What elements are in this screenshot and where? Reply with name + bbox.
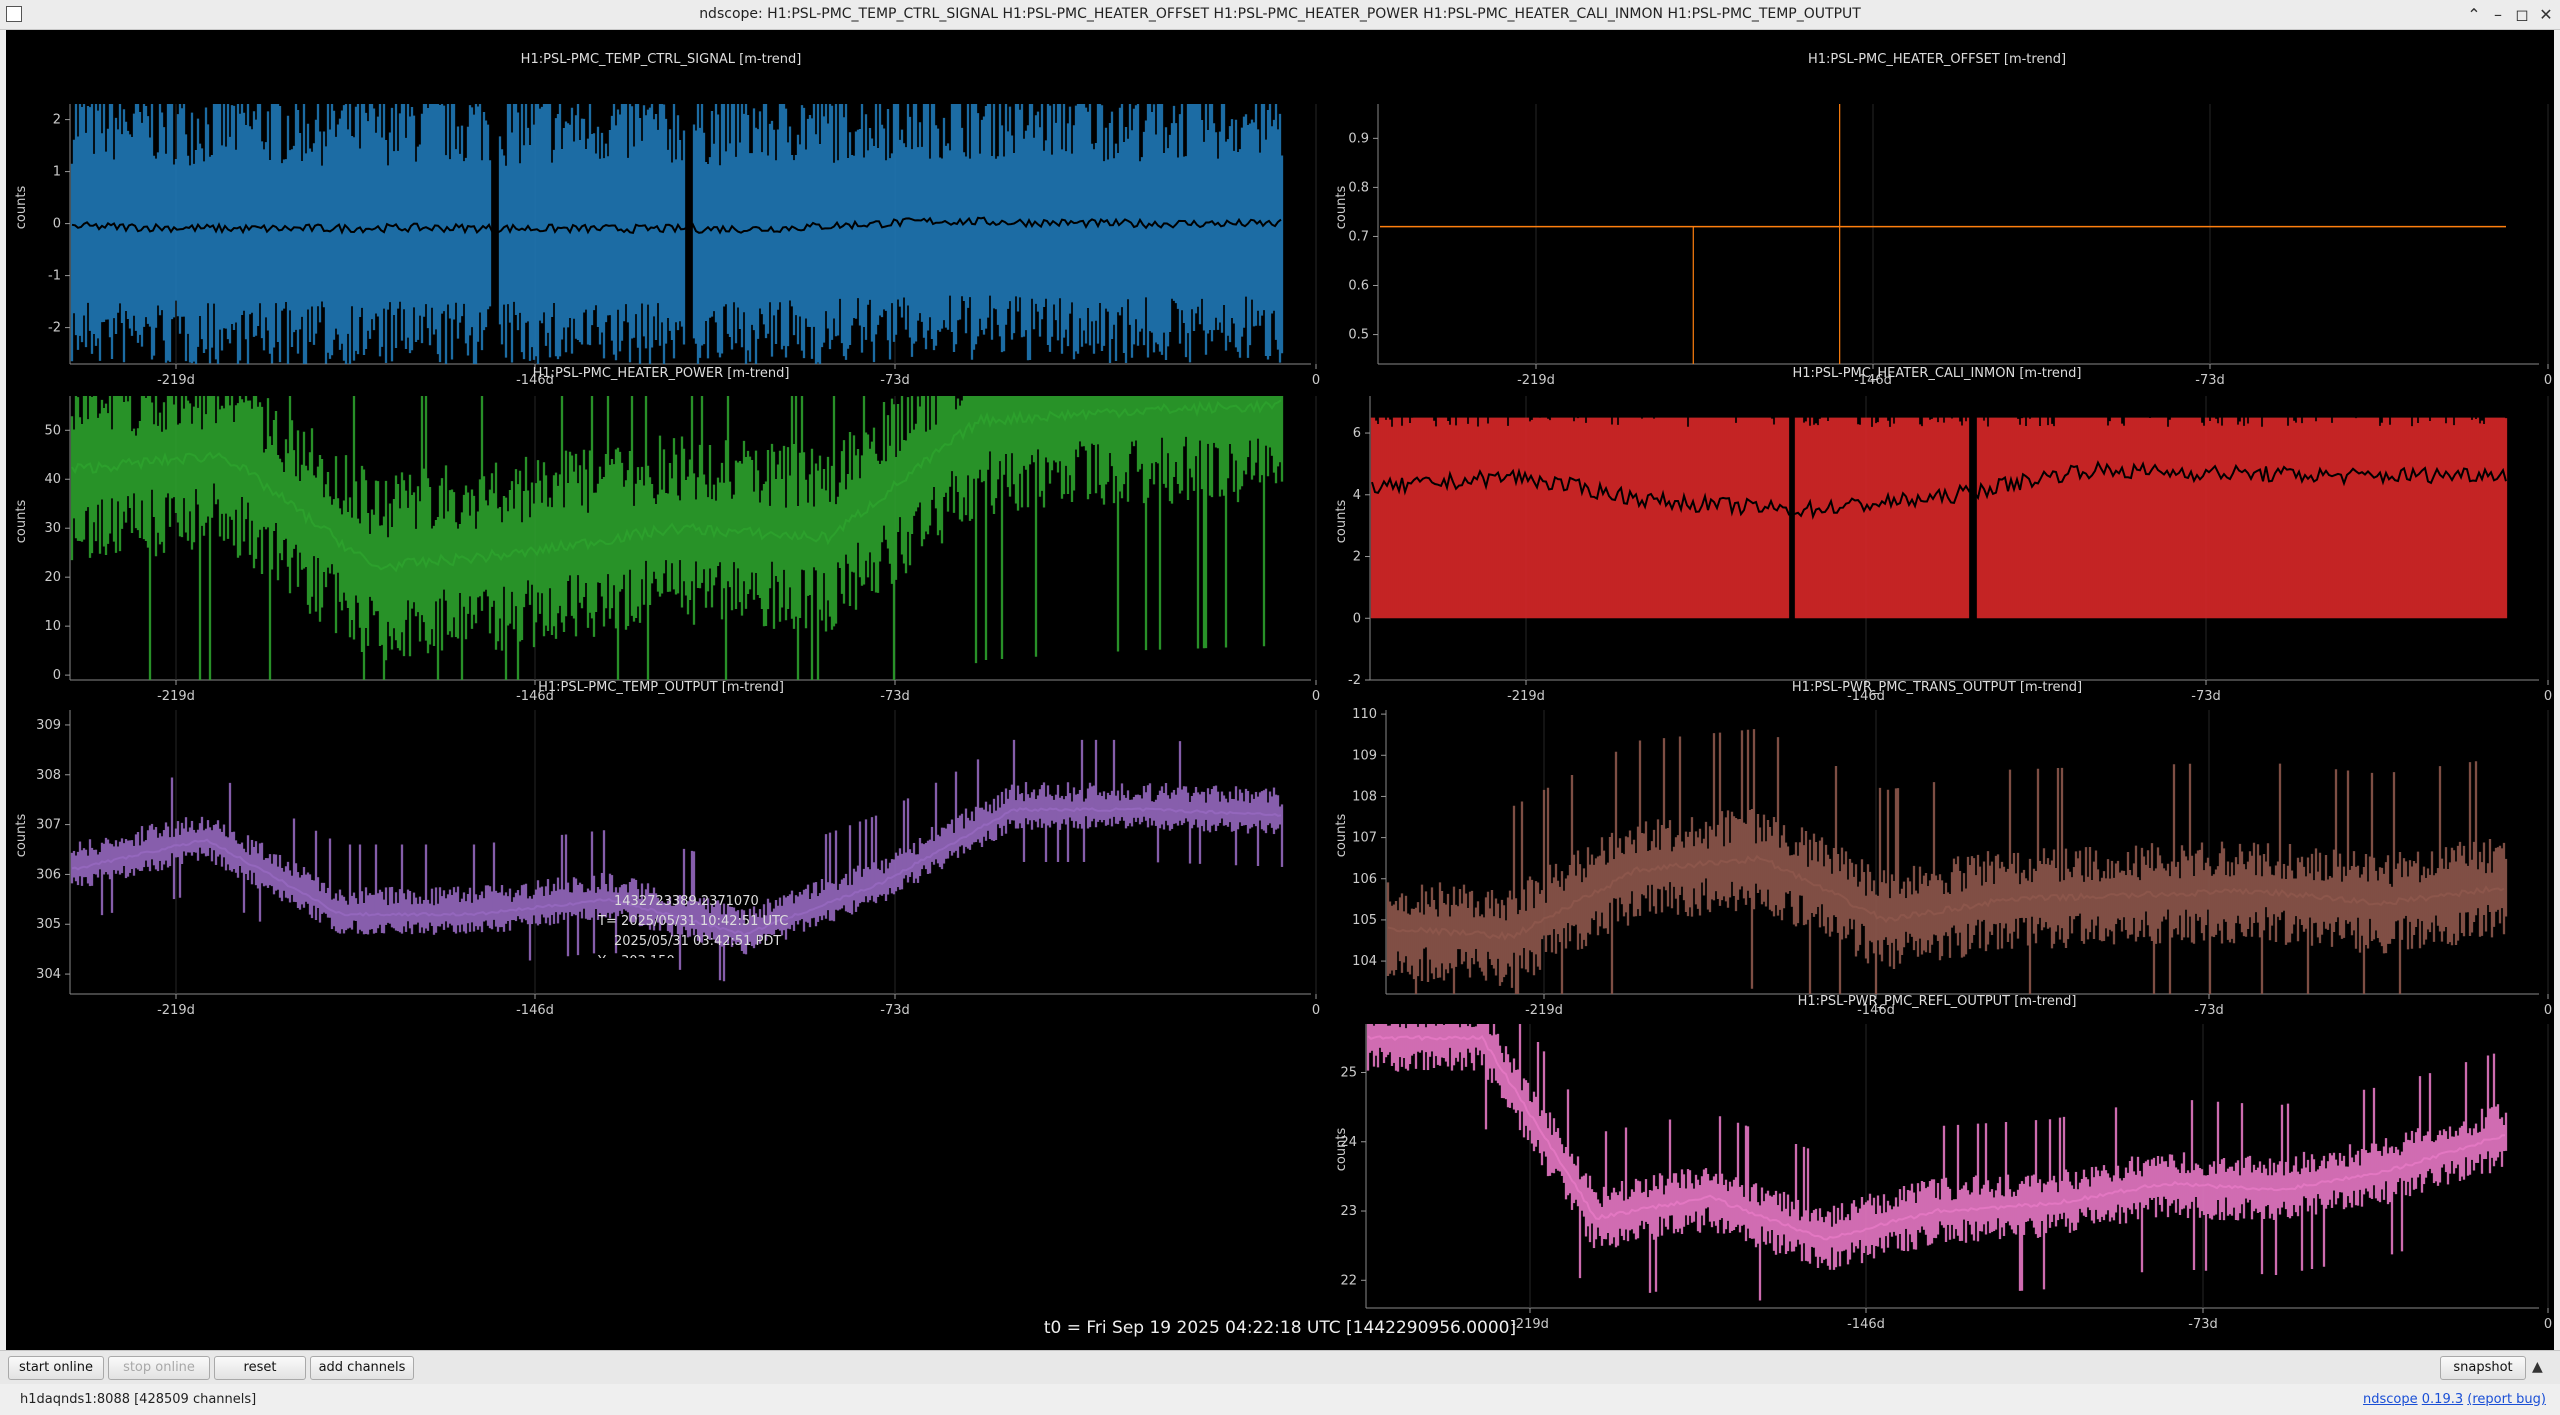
series-envelope bbox=[1370, 417, 2508, 619]
ndscope-link[interactable]: ndscope bbox=[2363, 1392, 2418, 1407]
series-envelope bbox=[70, 104, 1284, 364]
series-envelope bbox=[1386, 729, 2508, 994]
y-tick-label: 309 bbox=[36, 718, 61, 733]
title-bar: ndscope: H1:PSL-PMC_TEMP_CTRL_SIGNAL H1:… bbox=[0, 0, 2560, 30]
y-tick-label: 108 bbox=[1352, 789, 1377, 804]
y-tick-label: 0 bbox=[1353, 611, 1361, 626]
plot-heater-power[interactable]: H1:PSL-PMC_HEATER_POWER [m-trend] counts… bbox=[6, 366, 1320, 704]
y-tick-label: 307 bbox=[36, 818, 61, 833]
y-tick-label: 0.5 bbox=[1348, 328, 1369, 343]
t0-label: t0 = Fri Sep 19 2025 04:22:18 UTC [14422… bbox=[1043, 1318, 1517, 1338]
add-channels-button[interactable]: add channels bbox=[310, 1356, 414, 1380]
y-tick-label: -1 bbox=[48, 269, 61, 284]
y-tick-label: 6 bbox=[1353, 426, 1361, 441]
y-tick-label: 308 bbox=[36, 768, 61, 783]
y-tick-label: 2 bbox=[1353, 550, 1361, 565]
series-envelope bbox=[1366, 1024, 2508, 1301]
tooltip-utc: T= 2025/05/31 10:42:51 UTC bbox=[598, 914, 789, 929]
y-tick-label: -2 bbox=[48, 321, 61, 336]
close-icon[interactable]: ✕ bbox=[2535, 4, 2557, 26]
version-link[interactable]: 0.19.3 bbox=[2422, 1392, 2463, 1407]
plot-heater-offset[interactable]: H1:PSL-PMC_HEATER_OFFSET [m-trend] count… bbox=[1326, 52, 2552, 388]
y-tick-label: 20 bbox=[44, 570, 61, 585]
start-online-button[interactable]: start online bbox=[8, 1356, 104, 1380]
y-tick-label: 22 bbox=[1340, 1273, 1357, 1288]
maximize-icon[interactable]: ◻ bbox=[2511, 4, 2533, 26]
y-tick-label: 23 bbox=[1340, 1204, 1357, 1219]
y-tick-label: 0 bbox=[53, 217, 61, 232]
y-tick-label: 50 bbox=[44, 423, 61, 438]
y-tick-label: 1 bbox=[53, 165, 61, 180]
reset-button[interactable]: reset bbox=[214, 1356, 306, 1380]
plot-temp-ctrl-signal[interactable]: H1:PSL-PMC_TEMP_CTRL_SIGNAL [m-trend] co… bbox=[6, 52, 1320, 388]
y-tick-label: 4 bbox=[1353, 488, 1361, 503]
y-tick-label: 10 bbox=[44, 619, 61, 634]
plot-pmc-trans-output[interactable]: H1:PSL-PWR_PMC_TRANS_OUTPUT [m-trend] co… bbox=[1326, 680, 2552, 1018]
tooltip-y-value: Y= 303.150 bbox=[598, 952, 788, 958]
plot-pmc-refl-output[interactable]: H1:PSL-PWR_PMC_REFL_OUTPUT [m-trend] cou… bbox=[1326, 994, 2552, 1332]
expand-up-icon[interactable]: ▲ bbox=[2532, 1359, 2543, 1375]
y-tick-label: 306 bbox=[36, 867, 61, 882]
y-tick-label: 107 bbox=[1352, 831, 1377, 846]
x-tick-label: -73d bbox=[880, 1003, 910, 1018]
chevron-up-icon[interactable]: ⌃ bbox=[2463, 4, 2485, 26]
tooltip-pdt: 2025/05/31 03:42:51 PDT bbox=[614, 934, 782, 949]
x-tick-label: -219d bbox=[157, 1003, 195, 1018]
minimize-icon[interactable]: – bbox=[2487, 4, 2509, 26]
stop-online-button[interactable]: stop online bbox=[108, 1356, 210, 1380]
report-bug-link[interactable]: (report bug) bbox=[2467, 1392, 2546, 1407]
y-tick-label: 109 bbox=[1352, 748, 1377, 763]
x-tick-label: 0 bbox=[1312, 1003, 1320, 1018]
y-tick-label: 110 bbox=[1352, 707, 1377, 722]
y-tick-label: 0.6 bbox=[1348, 279, 1369, 294]
y-tick-label: 25 bbox=[1340, 1065, 1357, 1080]
status-bar: h1daqnds1:8088 [428509 channels] ndscope… bbox=[0, 1384, 2560, 1415]
tooltip-gps: 1432723389.2371070 bbox=[614, 894, 759, 909]
plot-heater-cali-inmon[interactable]: H1:PSL-PMC_HEATER_CALI_INMON [m-trend] c… bbox=[1326, 366, 2552, 704]
y-tick-label: 0.7 bbox=[1348, 229, 1369, 244]
y-tick-label: 304 bbox=[36, 967, 61, 982]
y-tick-label: 0.9 bbox=[1348, 131, 1369, 146]
server-status: h1daqnds1:8088 [428509 channels] bbox=[20, 1392, 257, 1407]
window-title: ndscope: H1:PSL-PMC_TEMP_CTRL_SIGNAL H1:… bbox=[699, 6, 1861, 22]
y-tick-label: 0.8 bbox=[1348, 180, 1369, 195]
version-info: ndscope 0.19.3 (report bug) bbox=[2363, 1392, 2546, 1407]
y-tick-label: 305 bbox=[36, 917, 61, 932]
y-tick-label: 104 bbox=[1352, 954, 1377, 969]
y-tick-label: 40 bbox=[44, 472, 61, 487]
series-envelope bbox=[70, 396, 1284, 680]
y-tick-label: 30 bbox=[44, 521, 61, 536]
snapshot-button[interactable]: snapshot bbox=[2440, 1356, 2526, 1380]
y-tick-label: 105 bbox=[1352, 913, 1377, 928]
y-tick-label: 2 bbox=[53, 113, 61, 128]
y-tick-label: 106 bbox=[1352, 872, 1377, 887]
toolbar: start online stop online reset add chann… bbox=[0, 1350, 2560, 1384]
plot-area: H1:PSL-PMC_TEMP_CTRL_SIGNAL [m-trend] co… bbox=[6, 30, 2554, 1350]
x-tick-label: -146d bbox=[516, 1003, 554, 1018]
y-tick-label: 24 bbox=[1340, 1135, 1357, 1150]
cursor-tooltip: 1432723389.2371070 T= 2025/05/31 10:42:5… bbox=[598, 892, 788, 958]
